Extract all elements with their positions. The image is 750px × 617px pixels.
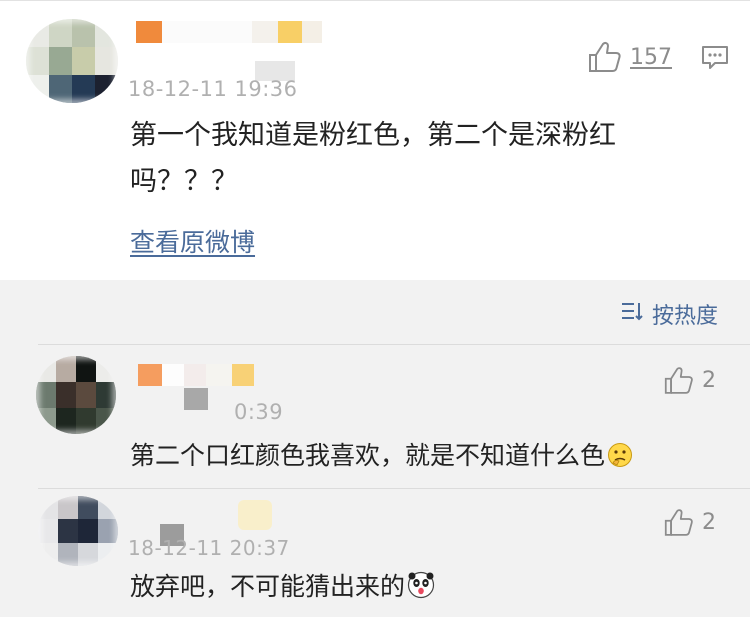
sort-by-popularity-button[interactable]: 按热度 bbox=[620, 298, 718, 330]
username-redacted-shadow bbox=[184, 388, 208, 410]
thumbs-up-icon bbox=[588, 41, 622, 73]
reply-divider bbox=[38, 488, 750, 489]
username-redacted[interactable] bbox=[138, 364, 254, 386]
thumbs-up-icon bbox=[664, 508, 694, 537]
username-redacted-emoji bbox=[238, 500, 272, 530]
like-count: 2 bbox=[702, 368, 716, 393]
avatar[interactable] bbox=[38, 496, 118, 566]
comment-timestamp: 18-12-11 19:36 bbox=[128, 77, 298, 101]
reply-timestamp: 18-12-11 20:37 bbox=[128, 536, 290, 560]
reply-text-content: 第二个口红颜色我喜欢，就是不知道什么色 bbox=[130, 441, 606, 470]
reply-text: 放弃吧，不可能猜出来的 bbox=[130, 568, 435, 611]
like-count: 157 bbox=[630, 44, 672, 70]
thumbs-up-icon bbox=[664, 366, 694, 395]
reply-timestamp: 0:39 bbox=[234, 400, 284, 424]
sort-icon bbox=[620, 300, 652, 328]
scared-panda-emoji-icon bbox=[407, 571, 435, 611]
sort-label: 按热度 bbox=[652, 304, 719, 329]
thinking-face-emoji-icon bbox=[607, 441, 633, 480]
reply-text-content: 放弃吧，不可能猜出来的 bbox=[130, 572, 406, 601]
comment-text-line-2: 吗？？？ bbox=[130, 166, 238, 197]
reply-text: 第二个口红颜色我喜欢，就是不知道什么色 bbox=[130, 437, 633, 480]
like-button[interactable]: 157 bbox=[588, 41, 672, 73]
username-redacted[interactable] bbox=[136, 21, 322, 43]
avatar[interactable] bbox=[26, 19, 118, 103]
avatar[interactable] bbox=[36, 356, 116, 434]
reply-icon[interactable] bbox=[700, 43, 730, 77]
like-button[interactable]: 2 bbox=[664, 508, 716, 537]
main-comment-card: 18-12-11 19:36 第一个我知道是粉红色，第二个是深粉红 吗？？？ 查… bbox=[0, 0, 750, 280]
view-original-weibo-link[interactable]: 查看原微博 bbox=[130, 223, 255, 259]
like-count: 2 bbox=[702, 510, 716, 535]
comment-text-line-1: 第一个我知道是粉红色，第二个是深粉红 bbox=[130, 120, 616, 151]
section-divider bbox=[38, 344, 750, 345]
like-button[interactable]: 2 bbox=[664, 366, 716, 395]
